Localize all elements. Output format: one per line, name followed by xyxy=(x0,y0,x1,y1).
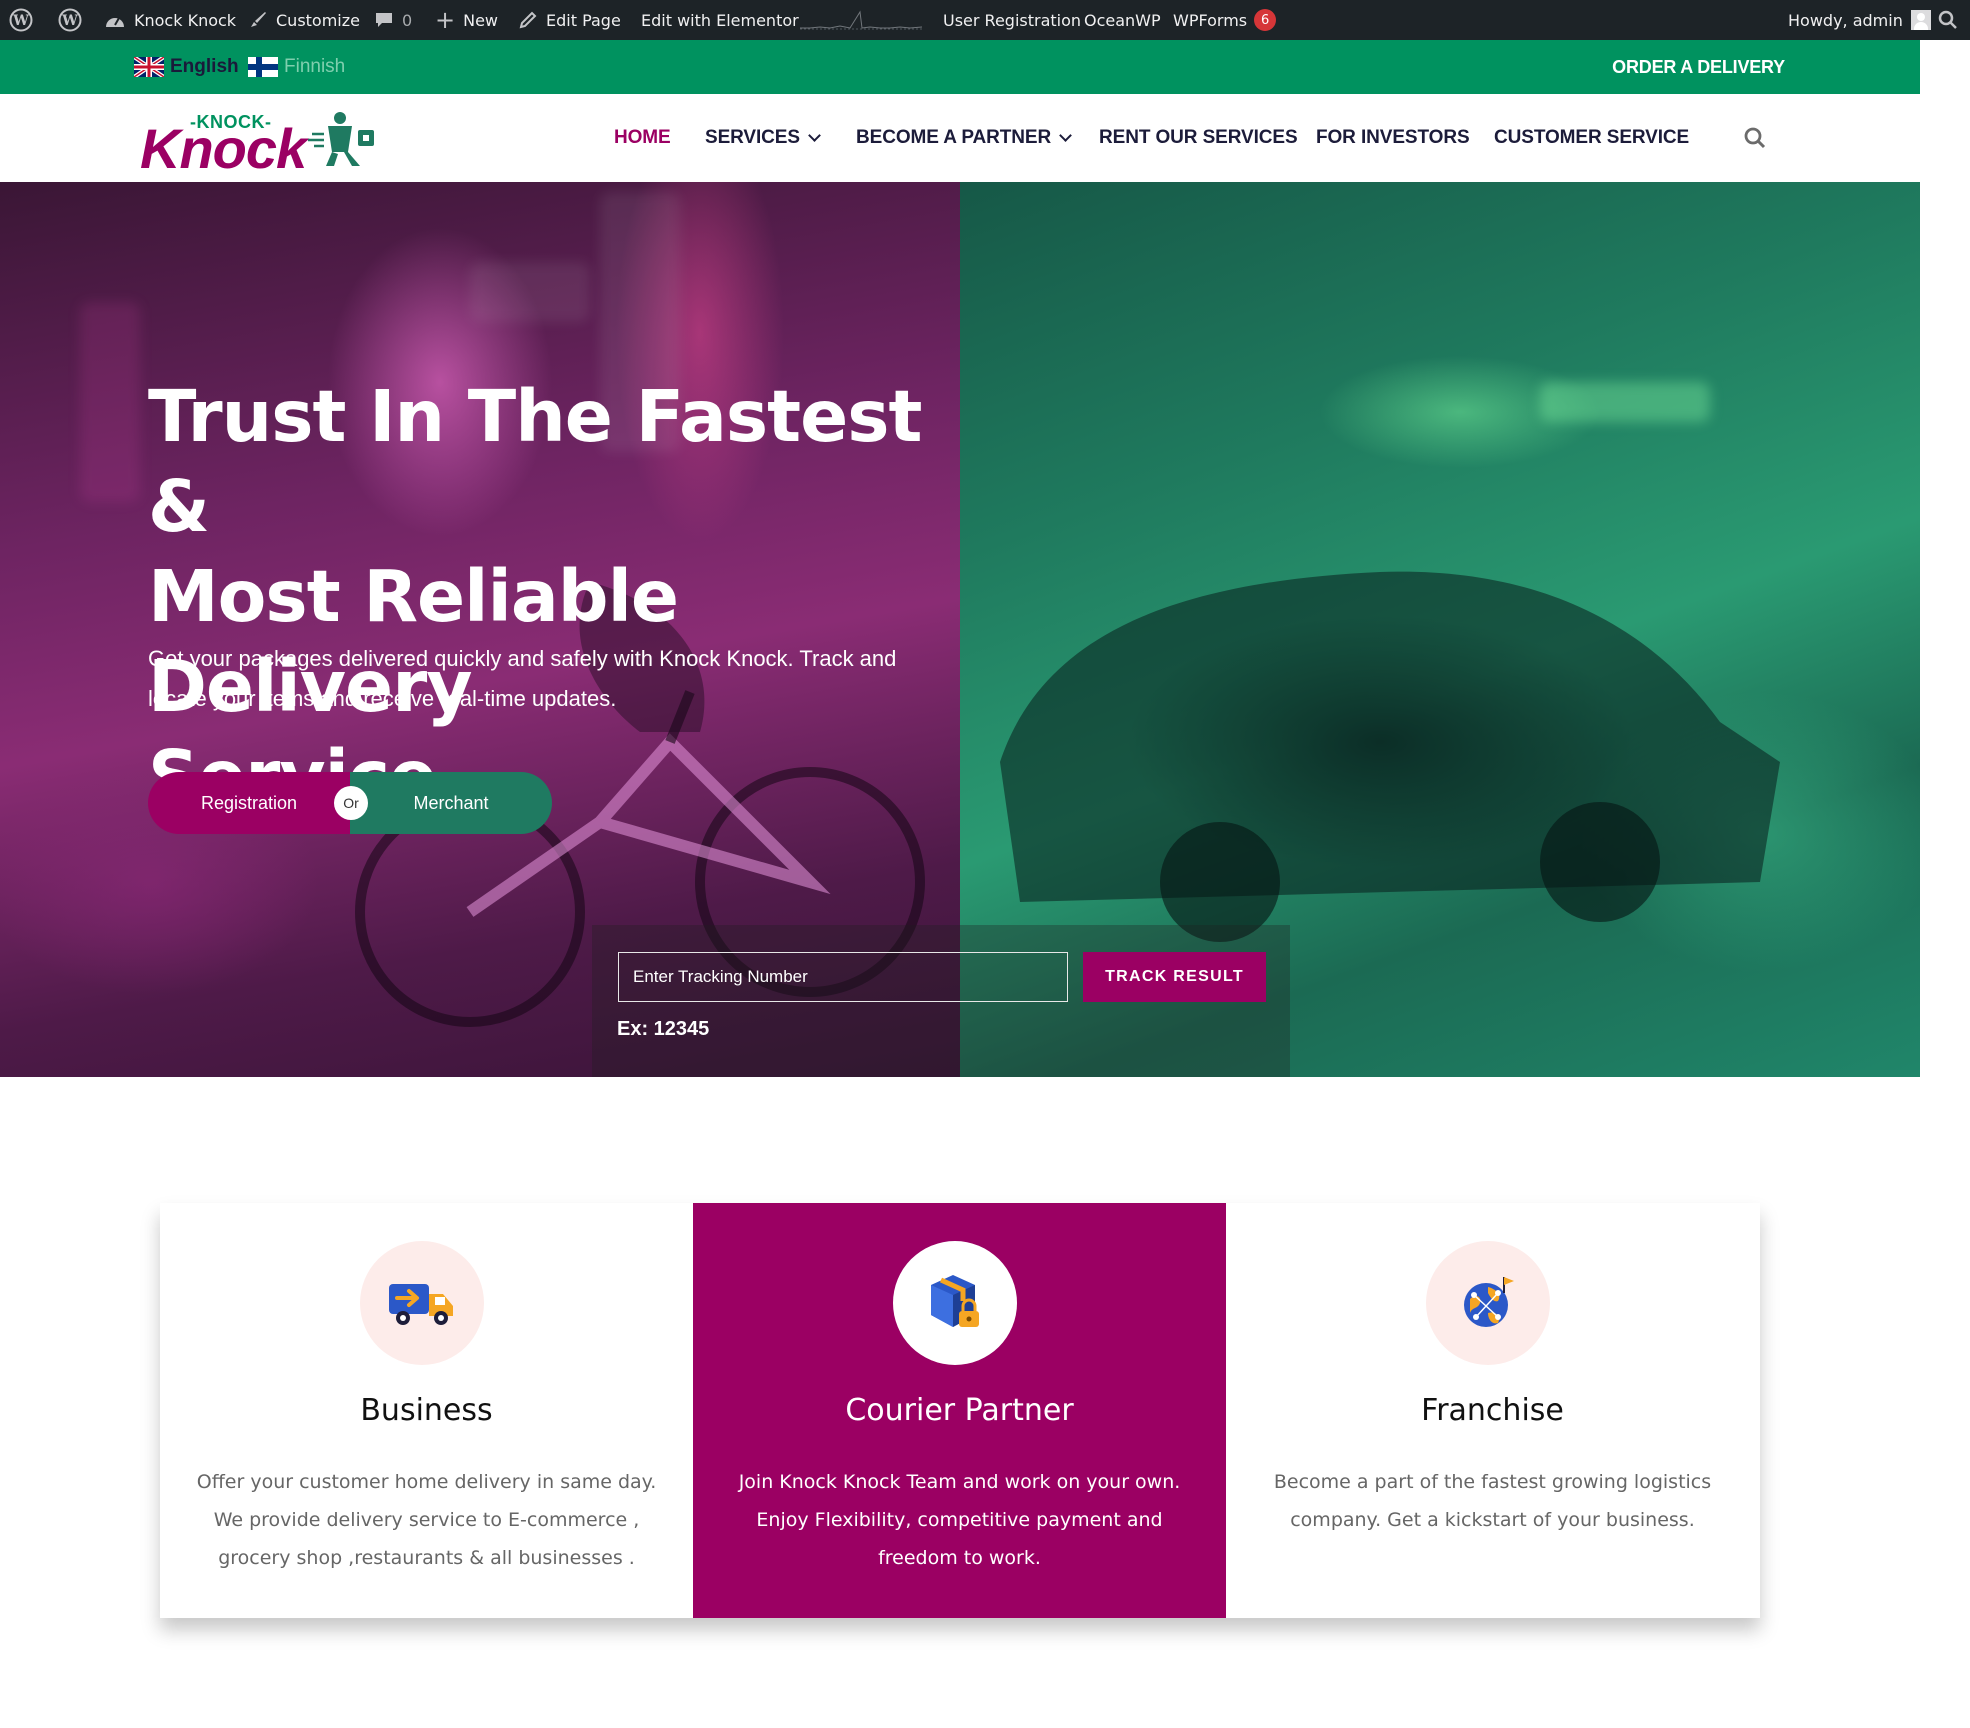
card-description-line: Become a part of the fastest growing log… xyxy=(1273,1471,1712,1493)
locked-package-icon xyxy=(893,1241,1017,1365)
site-logo[interactable]: -KNOCK- Knock xyxy=(138,108,378,180)
new-content-link[interactable]: + New xyxy=(435,0,498,40)
admin-search-icon[interactable] xyxy=(1938,0,1958,40)
oceanwp-link[interactable]: OceanWP xyxy=(1084,0,1161,40)
english-label: English xyxy=(170,56,239,77)
nav-home[interactable]: HOME xyxy=(614,94,671,182)
hero-title: Trust In The Fastest & Most Reliable Del… xyxy=(148,372,978,822)
avatar xyxy=(1910,10,1931,30)
chevron-down-icon xyxy=(1059,128,1072,142)
card-franchise[interactable]: Franchise Become a part of the fastest g… xyxy=(1226,1203,1759,1618)
hero-title-line: Trust In The Fastest & xyxy=(148,375,922,548)
nav-customer-service[interactable]: CUSTOMER SERVICE xyxy=(1494,94,1689,182)
pencil-icon xyxy=(518,10,538,30)
card-description-line: We provide delivery service to E-commerc… xyxy=(213,1509,640,1531)
nav-become-partner[interactable]: BECOME A PARTNER xyxy=(856,94,1072,182)
merchant-button[interactable]: Merchant xyxy=(350,772,552,834)
registration-button[interactable]: Registration xyxy=(148,772,350,834)
language-finnish[interactable]: Finnish xyxy=(248,40,345,94)
wpforms-notification-badge: 6 xyxy=(1254,9,1277,31)
hero-subtitle-line: Get your packages delivered quickly and … xyxy=(148,646,897,671)
search-icon[interactable] xyxy=(1744,94,1766,182)
wordpress-logo-icon[interactable]: W xyxy=(9,0,33,40)
card-title: Courier Partner xyxy=(845,1393,1074,1428)
nav-become-partner-label: BECOME A PARTNER xyxy=(856,127,1052,148)
finnish-label: Finnish xyxy=(284,56,346,77)
card-description-line: Enjoy Flexibility, competitive payment a… xyxy=(756,1509,1163,1531)
language-english[interactable]: English xyxy=(132,40,239,94)
site-header: -KNOCK- Knock HOME SERVICES BECOME A PAR… xyxy=(0,94,1920,182)
blurred-car-silhouette xyxy=(1000,571,1780,942)
user-registration-label: User Registration xyxy=(943,10,1082,30)
card-description-line: company. Get a kickstart of your busines… xyxy=(1290,1509,1695,1531)
svg-text:Knock: Knock xyxy=(140,117,310,172)
edit-elementor-label: Edit with Elementor xyxy=(641,10,799,30)
oceanwp-label: OceanWP xyxy=(1084,10,1161,30)
order-delivery-link[interactable]: ORDER A DELIVERY xyxy=(1612,40,1785,94)
globe-network-icon xyxy=(1426,1241,1550,1365)
customize-label: Customize xyxy=(276,10,360,30)
customize-link[interactable]: Customize xyxy=(248,0,360,40)
card-description-line: Offer your customer home delivery in sam… xyxy=(196,1471,657,1493)
card-business[interactable]: Business Offer your customer home delive… xyxy=(160,1203,693,1618)
nav-rent-services[interactable]: RENT OUR SERVICES xyxy=(1099,94,1298,182)
card-title: Franchise xyxy=(1421,1393,1564,1428)
nav-services-label: SERVICES xyxy=(705,127,800,148)
hero-subtitle-line: locate your items and receive real-time … xyxy=(148,686,617,711)
new-label: New xyxy=(463,10,499,30)
comments-count: 0 xyxy=(402,10,413,30)
feature-cards: Business Offer your customer home delive… xyxy=(160,1203,1760,1618)
card-description: Join Knock Knock Team and work on your o… xyxy=(723,1463,1196,1577)
howdy-label: Howdy, admin xyxy=(1788,10,1903,30)
user-registration-link[interactable]: User Registration xyxy=(943,0,1081,40)
uk-flag-icon xyxy=(132,55,166,79)
wp-admin-bar: W W Knock Knock Customize 0 + New Edit P… xyxy=(0,0,1970,40)
card-description-line: grocery shop ,restaurants & all business… xyxy=(218,1547,635,1569)
card-description: Become a part of the fastest growing log… xyxy=(1256,1463,1729,1539)
my-account-link[interactable]: Howdy, admin xyxy=(1788,0,1931,40)
brush-icon xyxy=(248,10,268,30)
or-divider: Or xyxy=(334,786,368,820)
nav-services[interactable]: SERVICES xyxy=(705,94,821,182)
tracking-number-input[interactable] xyxy=(618,952,1068,1002)
tracking-example: Ex: 12345 xyxy=(617,1018,710,1040)
comments-link[interactable]: 0 xyxy=(374,0,412,40)
plus-icon: + xyxy=(435,6,456,34)
chevron-down-icon xyxy=(808,128,821,142)
hero-section: Trust In The Fastest & Most Reliable Del… xyxy=(0,182,1920,1077)
wordpress-menu-icon[interactable]: W xyxy=(58,0,82,40)
delivery-truck-icon xyxy=(360,1241,484,1365)
stats-sparkline[interactable] xyxy=(800,0,922,40)
card-courier-partner[interactable]: Courier Partner Join Knock Knock Team an… xyxy=(693,1203,1226,1618)
wpforms-label: WPForms xyxy=(1173,10,1248,30)
card-description-line: freedom to work. xyxy=(878,1547,1041,1569)
comment-bubble-icon xyxy=(374,10,394,30)
site-name-link[interactable]: Knock Knock xyxy=(104,0,236,40)
edit-elementor-link[interactable]: Edit with Elementor xyxy=(641,0,799,40)
top-bar: English Finnish ORDER A DELIVERY xyxy=(0,40,1920,94)
card-description-line: Join Knock Knock Team and work on your o… xyxy=(738,1471,1181,1493)
finland-flag-icon xyxy=(248,57,278,77)
card-title: Business xyxy=(360,1393,493,1428)
hero-subtitle: Get your packages delivered quickly and … xyxy=(148,639,928,719)
track-result-button[interactable]: TRACK RESULT xyxy=(1083,952,1266,1002)
svg-text:W: W xyxy=(12,13,29,29)
edit-page-label: Edit Page xyxy=(546,10,621,30)
dashboard-icon xyxy=(104,11,126,29)
card-description: Offer your customer home delivery in sam… xyxy=(190,1463,663,1577)
wpforms-link[interactable]: WPForms 6 xyxy=(1173,0,1277,40)
nav-for-investors[interactable]: FOR INVESTORS xyxy=(1316,94,1470,182)
svg-text:W: W xyxy=(61,13,78,29)
edit-page-link[interactable]: Edit Page xyxy=(518,0,621,40)
site-name-label: Knock Knock xyxy=(134,10,237,30)
